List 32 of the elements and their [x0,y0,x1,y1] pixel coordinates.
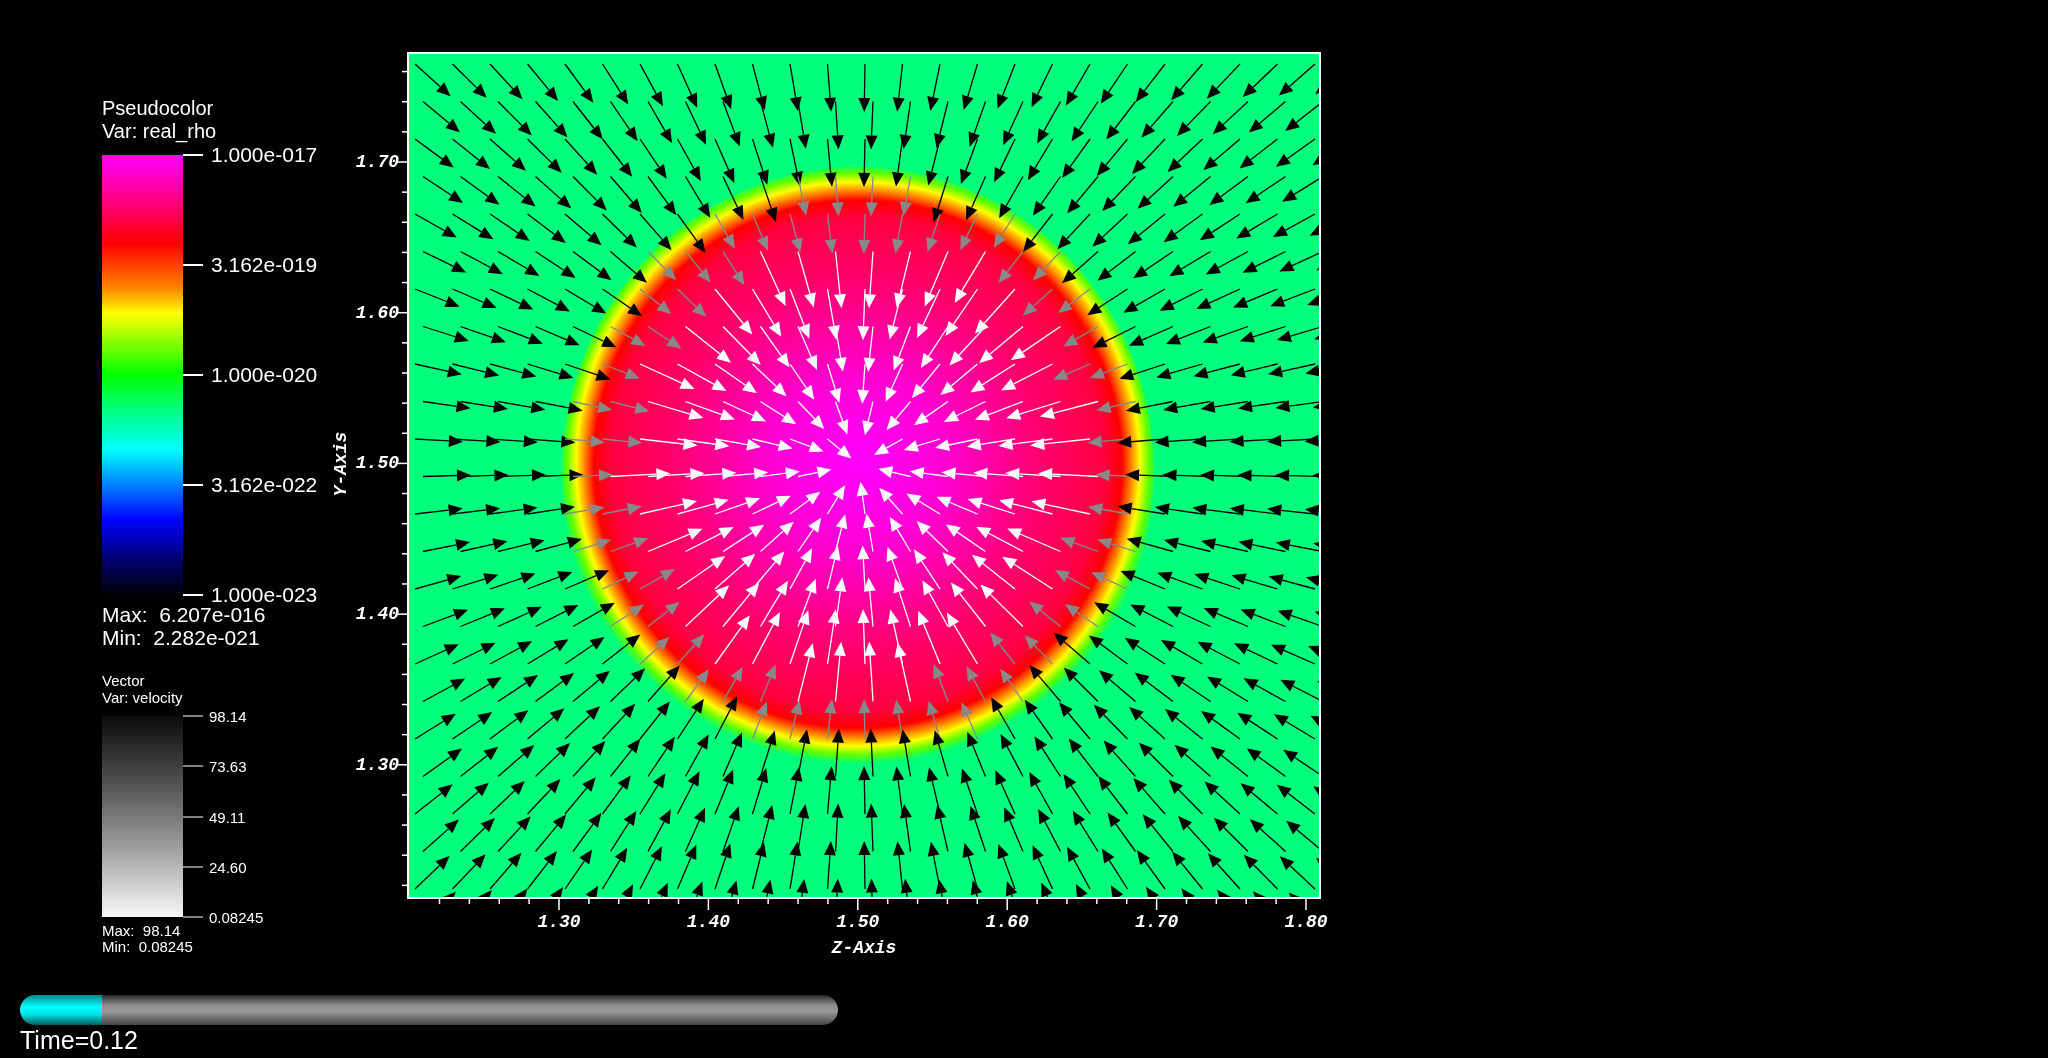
legend-min: Min: 0.08245 [102,939,194,955]
y-axis-tick-label: 1.30 [355,754,399,775]
legend-title: Vector [102,672,146,689]
y-axis-title: Y-Axis [331,431,351,497]
legend-tick-label: 1.000e-023 [211,583,318,607]
legend-tick-label: 3.162e-019 [211,253,318,277]
x-axis-tick-label: 1.70 [1135,912,1179,932]
x-axis-tick-label: 1.50 [836,912,880,932]
legend-title: Pseudocolor [102,97,215,120]
y-axis-tick-label: 1.50 [355,453,399,474]
x-axis-tick-label: 1.80 [1284,912,1328,932]
legend-tick-label: 0.08245 [209,908,264,926]
y-axis-tick-label: 1.60 [355,302,399,323]
time-slider[interactable] [20,995,838,1025]
time-label: Time=0.12 [20,1025,138,1055]
x-axis-tick-label: 1.60 [985,912,1029,932]
y-axis-tick-label: 1.70 [355,152,399,172]
legend-max: Max: 98.14 [102,923,182,939]
legend-tick-label: 73.63 [209,757,247,775]
legend-tick-label: 3.162e-022 [211,473,318,497]
x-axis-tick-label: 1.40 [686,912,730,932]
legend-tick-label: 98.14 [209,707,247,725]
legend-tick-label: 1.000e-020 [211,363,318,387]
legend-tick-label: 49.11 [209,808,246,825]
legend-variable: Var: real_rho [102,120,218,143]
legend-min: Min: 2.282e-021 [102,626,261,649]
y-axis-tick-label: 1.40 [355,604,399,625]
legend-tick-label: 1.000e-017 [211,143,318,167]
legend-tick-label: 24.60 [209,858,247,876]
x-axis-tick-label: 1.30 [537,912,581,932]
legend-variable: Var: velocity [102,689,184,706]
x-axis-title: Z-Axis [831,938,897,958]
